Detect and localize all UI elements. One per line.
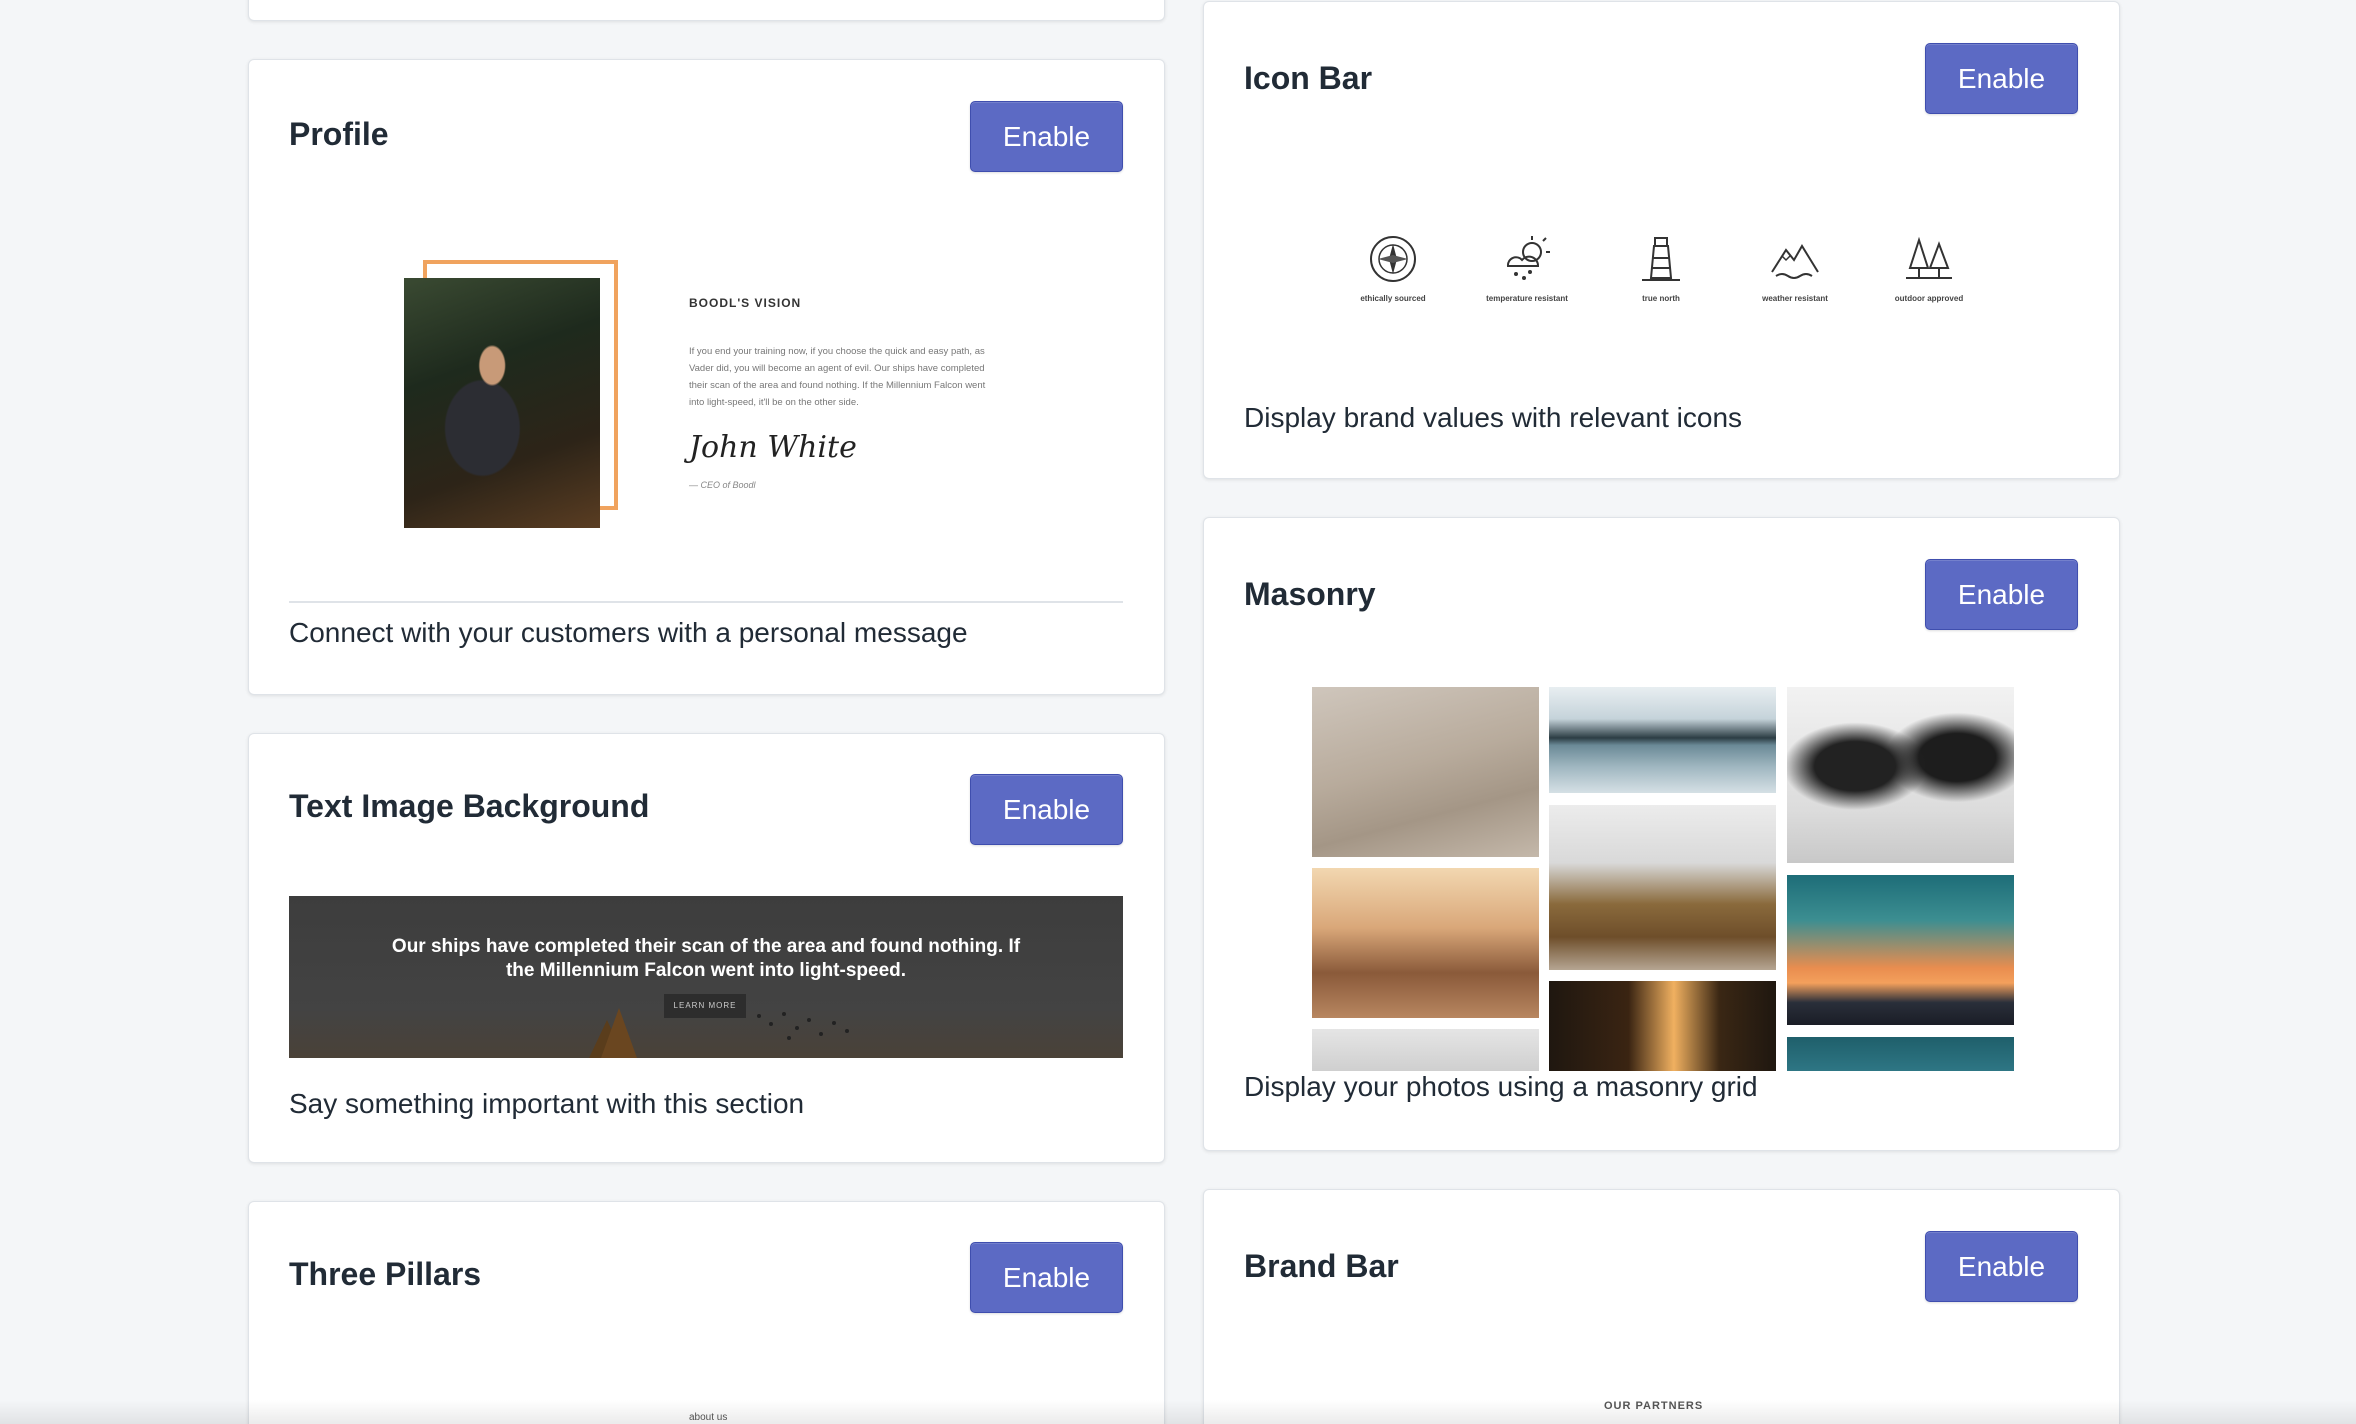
card-description: Display brand values with relevant icons [1244, 402, 1743, 433]
section-card-profile: Profile Enable BOODL'S VISION If you end… [248, 59, 1165, 695]
icon-bar-item: true north [1601, 232, 1721, 303]
section-card-icon-bar: Icon Bar Enable ethically sourced temper… [1203, 1, 2120, 479]
profile-photo [404, 278, 600, 528]
icon-caption: outdoor approved [1894, 294, 1964, 303]
section-card-masonry: Masonry Enable Display your photos using… [1203, 517, 2120, 1151]
enable-button[interactable]: Enable [970, 1242, 1123, 1313]
signature-caption: — CEO of Boodl [689, 480, 756, 490]
masonry-photo-desert [1312, 687, 1539, 857]
icon-bar-item: weather resistant [1735, 232, 1855, 303]
card-title: Profile [289, 116, 389, 152]
section-card-text-image-background: Text Image Background Enable Our ships h… [248, 733, 1165, 1163]
masonry-photo-kids-playing [1312, 868, 1539, 1018]
preview-label: about us [689, 1412, 728, 1423]
masonry-photo-city-street [1549, 981, 1776, 1071]
masonry-photo-ocean [1787, 1037, 2014, 1071]
card-title: Masonry [1244, 576, 1376, 612]
masonry-photo-bare-trees [1787, 687, 2014, 863]
card-title: Icon Bar [1244, 60, 1373, 96]
masonry-photo-sunset [1787, 875, 2014, 1025]
lighthouse-icon [1642, 237, 1680, 281]
sun-cloud-icon [1506, 236, 1550, 280]
masonry-photo-laptop [1312, 1029, 1539, 1071]
icon-caption: weather resistant [1762, 294, 1828, 303]
preview-label: OUR PARTNERS [1604, 1400, 1704, 1412]
card-title: Text Image Background [289, 788, 650, 824]
icon-bar-item: ethically sourced [1333, 232, 1453, 303]
sections-page: Profile Enable BOODL'S VISION If you end… [0, 0, 2356, 1424]
card-description: Connect with your customers with a perso… [289, 617, 968, 648]
compass-icon [1370, 236, 1416, 282]
profile-heading: BOODL'S VISION [689, 296, 802, 310]
section-card-brand-bar: Brand Bar Enable OUR PARTNERS [1203, 1189, 2120, 1424]
enable-button[interactable]: Enable [1925, 43, 2078, 114]
signature: John White [689, 430, 857, 465]
card-description: Display your photos using a masonry grid [1244, 1071, 1758, 1102]
mountain-icon [1771, 244, 1819, 279]
card-title: Brand Bar [1244, 1248, 1399, 1284]
card-description: Say something important with this sectio… [289, 1088, 805, 1119]
section-card-partial [248, 0, 1165, 21]
trees-silhouette-icon [589, 1008, 849, 1058]
masonry-photo-foggy-forest [1549, 805, 1776, 970]
enable-button[interactable]: Enable [1925, 559, 2078, 630]
icon-bar-item: temperature resistant [1467, 232, 1587, 303]
enable-button[interactable]: Enable [1925, 1231, 2078, 1302]
icon-caption: ethically sourced [1360, 294, 1426, 303]
enable-button[interactable]: Enable [970, 101, 1123, 172]
profile-body: If you end your training now, if you cho… [689, 346, 986, 408]
text-image-banner: Our ships have completed their scan of t… [289, 896, 1123, 1058]
divider [289, 601, 1123, 603]
trees-icon [1906, 236, 1952, 279]
card-title: Three Pillars [289, 1256, 482, 1292]
icon-caption: temperature resistant [1486, 294, 1568, 303]
masonry-photo-lake-mountains [1549, 687, 1776, 793]
icon-caption: true north [1642, 294, 1680, 303]
icon-bar-item: outdoor approved [1869, 232, 1989, 303]
enable-button[interactable]: Enable [970, 774, 1123, 845]
section-card-three-pillars: Three Pillars Enable about us [248, 1201, 1165, 1424]
